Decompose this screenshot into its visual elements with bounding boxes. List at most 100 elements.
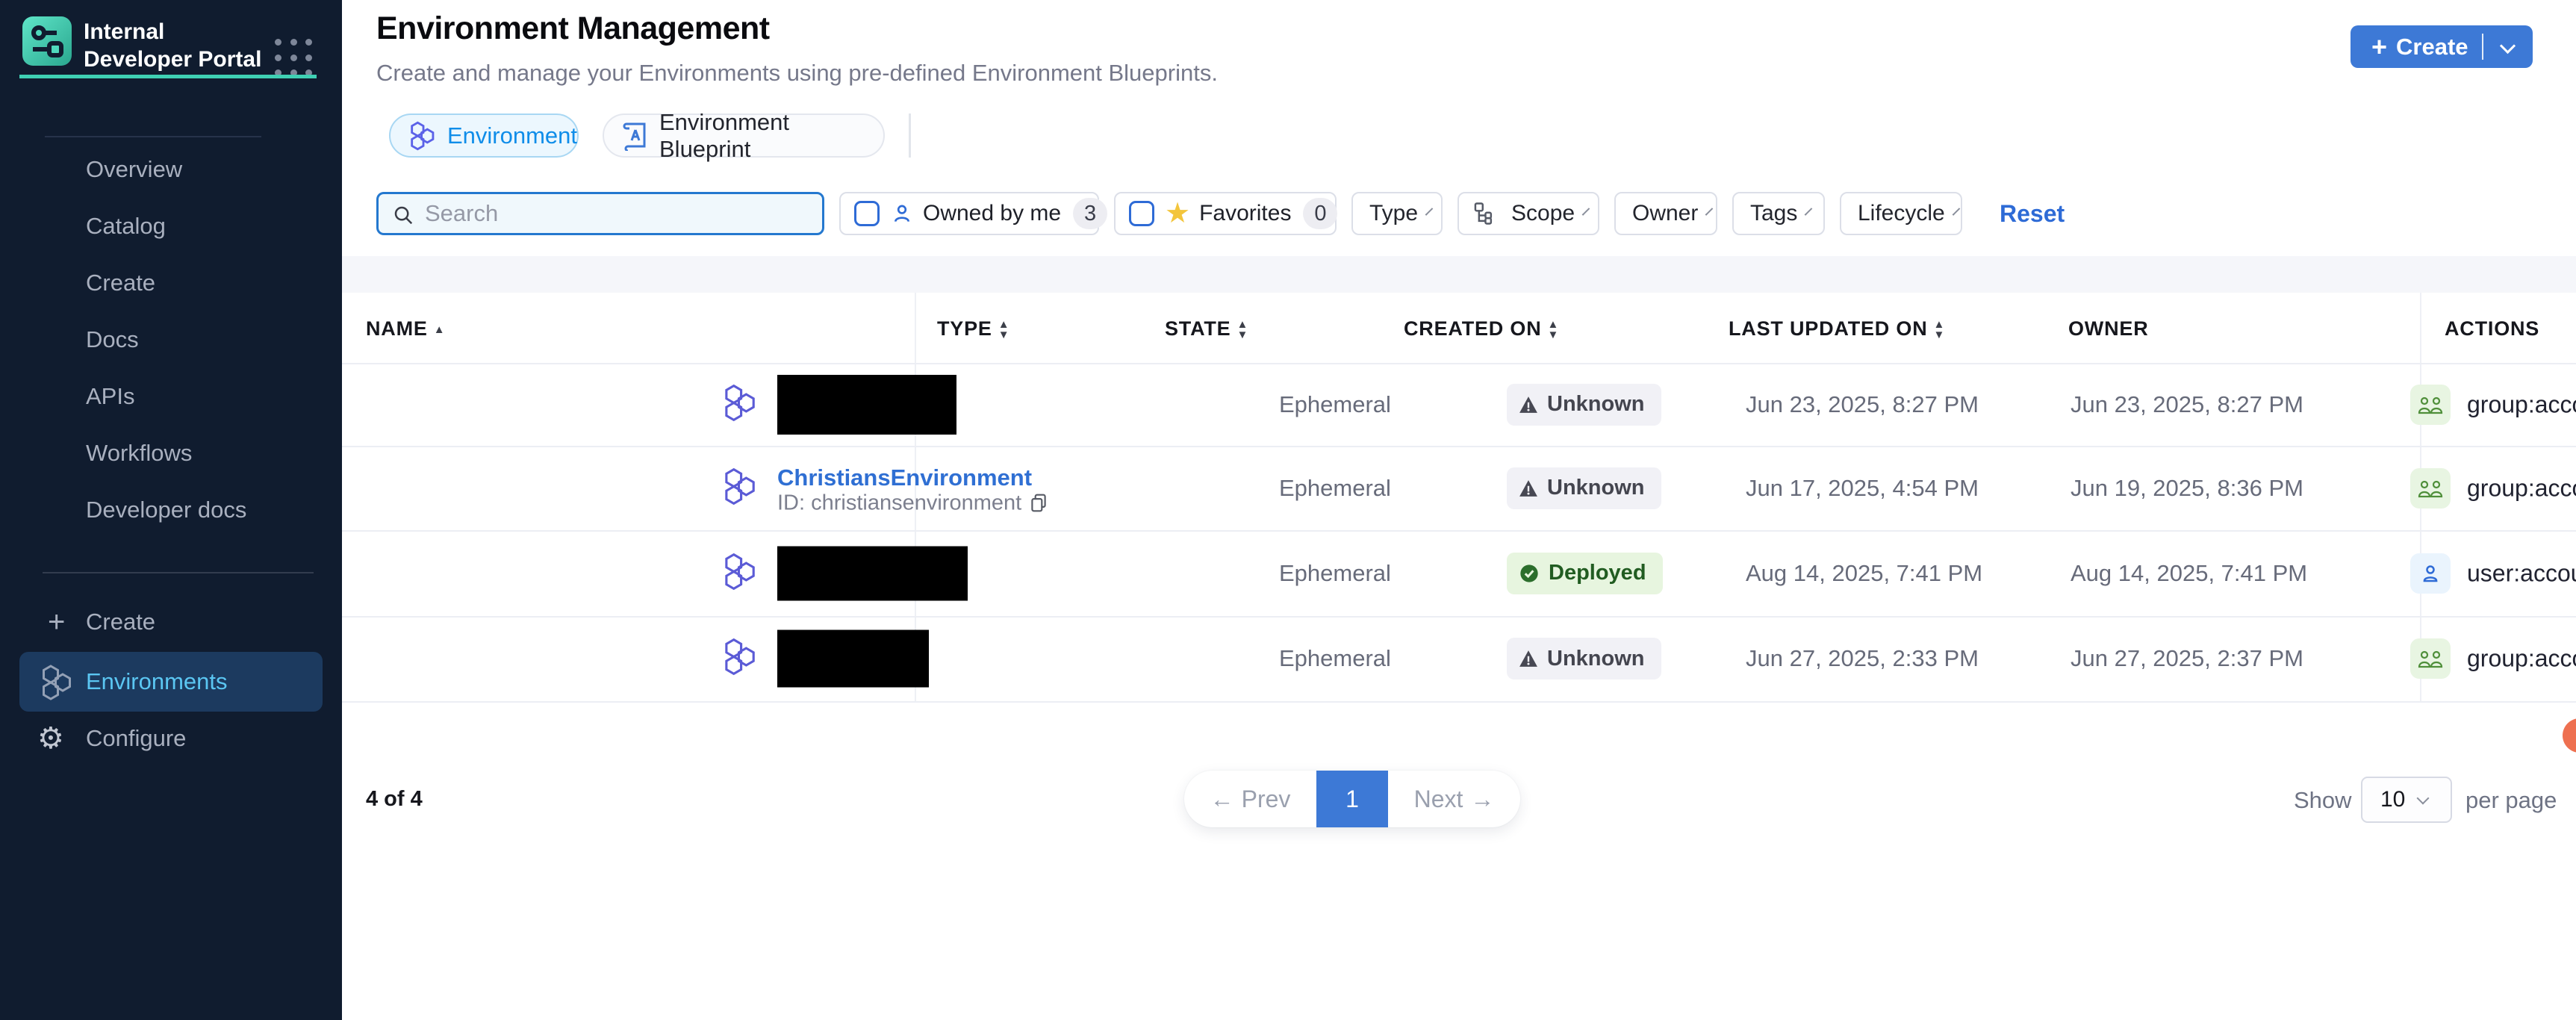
sidebar-item-docs[interactable]: Docs [0, 311, 342, 368]
warning-icon [1519, 479, 1538, 497]
filter-scope-dropdown[interactable]: Scope [1457, 192, 1599, 235]
portal-logo-icon[interactable] [22, 16, 72, 66]
prev-label: Prev [1242, 786, 1291, 813]
redacted-name [777, 630, 929, 688]
environment-name-link[interactable]: ChristiansEnvironment [777, 464, 1032, 491]
redacted-name [777, 546, 968, 600]
redacted-name [777, 375, 956, 435]
environment-id: ID: christiansenvironment [777, 491, 1048, 515]
reset-filters-button[interactable]: Reset [2000, 200, 2065, 228]
sort-icon: ▲▼ [1237, 320, 1249, 340]
scope-dropdown-label: Scope [1511, 201, 1575, 226]
favorites-count: 0 [1303, 198, 1337, 229]
sidebar: Internal Developer Portal Overview Catal… [0, 0, 342, 1020]
status-badge: Deployed [1507, 553, 1663, 594]
per-page-label: per page [2465, 787, 2557, 814]
column-header-type[interactable]: TYPE▲▼ [937, 317, 1009, 340]
search-icon [392, 204, 414, 226]
owner-cell: group:account/_account_all_... [2467, 391, 2576, 418]
search-box [376, 192, 824, 235]
sidebar-item-create[interactable]: Create [0, 255, 342, 311]
prev-page-button[interactable]: ← Prev [1184, 771, 1316, 827]
tab-environment-blueprint[interactable]: Environment Blueprint [603, 113, 885, 158]
status-badge: Unknown [1507, 638, 1661, 680]
favorites-label: Favorites [1199, 201, 1291, 226]
owner-cell: group:account/_account_all_... [2467, 474, 2576, 502]
status-badge: Unknown [1507, 384, 1661, 426]
filter-tags-dropdown[interactable]: Tags [1732, 192, 1825, 235]
row-divider [342, 701, 2576, 703]
table-row: Ephemeral Unknown Jun 23, 2025, 8:27 PM … [342, 363, 2576, 446]
sidebar-item-developer-docs[interactable]: Developer docs [0, 482, 342, 538]
column-header-owner: OWNER [2068, 317, 2149, 340]
created-on-cell: Aug 14, 2025, 7:41 PM [1746, 560, 1982, 587]
filter-owned-by-me[interactable]: Owned by me 3 [839, 192, 1099, 235]
tab-blueprint-label: Environment Blueprint [659, 109, 883, 163]
chevron-down-icon [1805, 208, 1813, 216]
created-on-cell: Jun 27, 2025, 2:33 PM [1746, 645, 1979, 672]
owned-by-me-label: Owned by me [923, 201, 1061, 226]
tab-environment[interactable]: Environment [389, 113, 579, 158]
next-page-button[interactable]: Next → [1388, 771, 1520, 827]
sidebar-item-configure[interactable]: ⚙ Configure [0, 710, 342, 767]
status-badge: Unknown [1507, 467, 1661, 509]
owner-cell: group:account/_account_all_... [2467, 645, 2576, 673]
chevron-down-icon [1705, 208, 1714, 216]
owner-cell: user:account/anders.johnse... [2467, 559, 2576, 587]
sidebar-item-catalog[interactable]: Catalog [0, 198, 342, 255]
right-arrow-icon: → [1470, 786, 1494, 813]
sidebar-item-overview[interactable]: Overview [0, 141, 342, 198]
chevron-down-icon [2417, 792, 2430, 804]
chevron-down-icon [1425, 208, 1434, 216]
tabs-divider [909, 113, 911, 158]
column-header-name[interactable]: NAME▲ [366, 317, 445, 340]
sidebar-create-button[interactable]: + Create [0, 594, 342, 650]
sort-icon: ▲▼ [1934, 320, 1946, 340]
type-cell: Ephemeral [1279, 391, 1391, 418]
owner-dropdown-label: Owner [1632, 201, 1698, 226]
lifecycle-dropdown-label: Lifecycle [1858, 201, 1945, 226]
sidebar-item-environments[interactable]: Environments [19, 652, 323, 712]
column-header-created-on[interactable]: CREATED ON▲▼ [1404, 317, 1559, 340]
favorites-checkbox[interactable] [1129, 201, 1154, 226]
filter-type-dropdown[interactable]: Type [1351, 192, 1443, 235]
create-button-label: Create [2396, 34, 2468, 60]
chevron-down-icon[interactable] [2500, 38, 2516, 54]
filter-lifecycle-dropdown[interactable]: Lifecycle [1840, 192, 1962, 235]
tags-dropdown-label: Tags [1750, 201, 1797, 226]
plus-icon: + [48, 594, 65, 650]
blueprint-icon [620, 121, 649, 151]
create-button[interactable]: + Create [2351, 25, 2533, 68]
column-header-last-updated-on[interactable]: LAST UPDATED ON▲▼ [1729, 317, 1945, 340]
environment-hexagons-icon [407, 120, 437, 152]
updated-on-cell: Aug 14, 2025, 7:41 PM [2071, 560, 2307, 587]
page-number-button[interactable]: 1 [1316, 771, 1388, 827]
updated-on-cell: Jun 23, 2025, 8:27 PM [2071, 391, 2303, 418]
environment-hexagons-icon [720, 382, 759, 426]
type-dropdown-label: Type [1369, 201, 1418, 226]
table-row: Ephemeral Deployed Aug 14, 2025, 7:41 PM… [342, 530, 2576, 616]
filter-favorites[interactable]: ★ Favorites 0 [1114, 192, 1337, 235]
help-widget-button[interactable] [2563, 718, 2576, 753]
table-row: Ephemeral Unknown Jun 27, 2025, 2:33 PM … [342, 616, 2576, 701]
environment-management-page: Internal Developer Portal Overview Catal… [0, 0, 2576, 1020]
sidebar-item-workflows[interactable]: Workflows [0, 425, 342, 482]
page-size-select[interactable]: 10 [2361, 777, 2452, 823]
search-input[interactable] [425, 196, 813, 231]
environment-hexagons-icon [720, 466, 759, 510]
sidebar-section-divider [45, 136, 261, 137]
sidebar-item-apis[interactable]: APIs [0, 368, 342, 425]
filter-owner-dropdown[interactable]: Owner [1614, 192, 1717, 235]
owned-by-me-checkbox[interactable] [854, 201, 880, 226]
column-header-state[interactable]: STATE▲▼ [1165, 317, 1248, 340]
owned-by-me-count: 3 [1073, 198, 1107, 229]
page-subtitle: Create and manage your Environments usin… [376, 60, 1218, 87]
sidebar-environments-label: Environments [86, 652, 228, 712]
group-icon [2410, 468, 2451, 509]
chevron-down-icon [1582, 208, 1590, 216]
sidebar-divider [43, 572, 314, 573]
create-button-divider [2482, 34, 2483, 60]
copy-icon[interactable] [1029, 493, 1048, 514]
table-row: ChristiansEnvironment ID: christiansenvi… [342, 446, 2576, 530]
environments-hexagons-icon [37, 663, 75, 706]
